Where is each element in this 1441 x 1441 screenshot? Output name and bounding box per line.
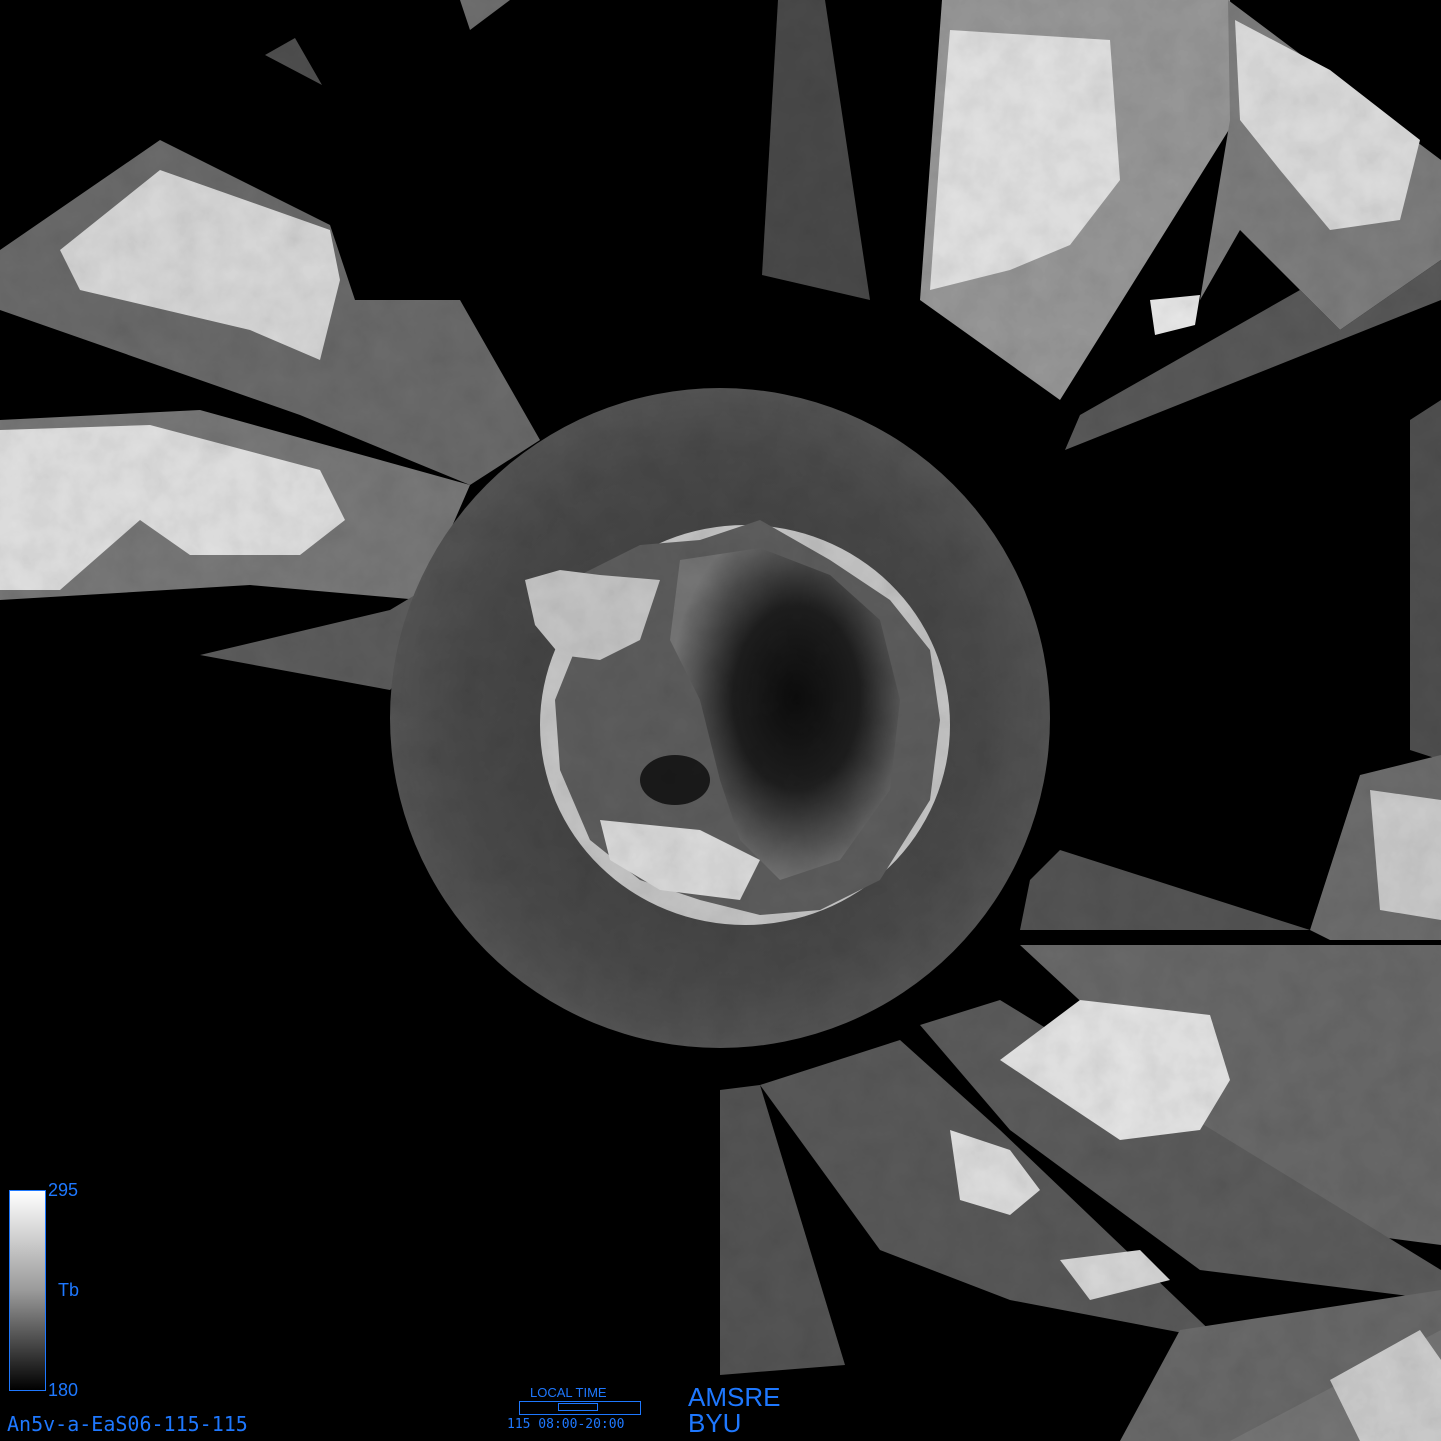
colorbar-min-label: 180 bbox=[48, 1380, 79, 1400]
sensor-label: AMSRE bbox=[688, 1382, 781, 1412]
colorbar bbox=[9, 1190, 46, 1391]
colorbar-unit-label: Tb bbox=[58, 1280, 80, 1300]
local-time-title: LOCAL TIME bbox=[530, 1385, 607, 1400]
local-time-window bbox=[558, 1403, 598, 1411]
local-time-range: 115 08:00-20:00 bbox=[507, 1417, 625, 1432]
filename-label: An5v-a-EaS06-115-115 bbox=[7, 1412, 248, 1436]
brightness-temperature-map bbox=[0, 0, 1441, 1441]
colorbar-max-label: 295 bbox=[48, 1180, 79, 1200]
organization-label: BYU bbox=[688, 1408, 742, 1438]
